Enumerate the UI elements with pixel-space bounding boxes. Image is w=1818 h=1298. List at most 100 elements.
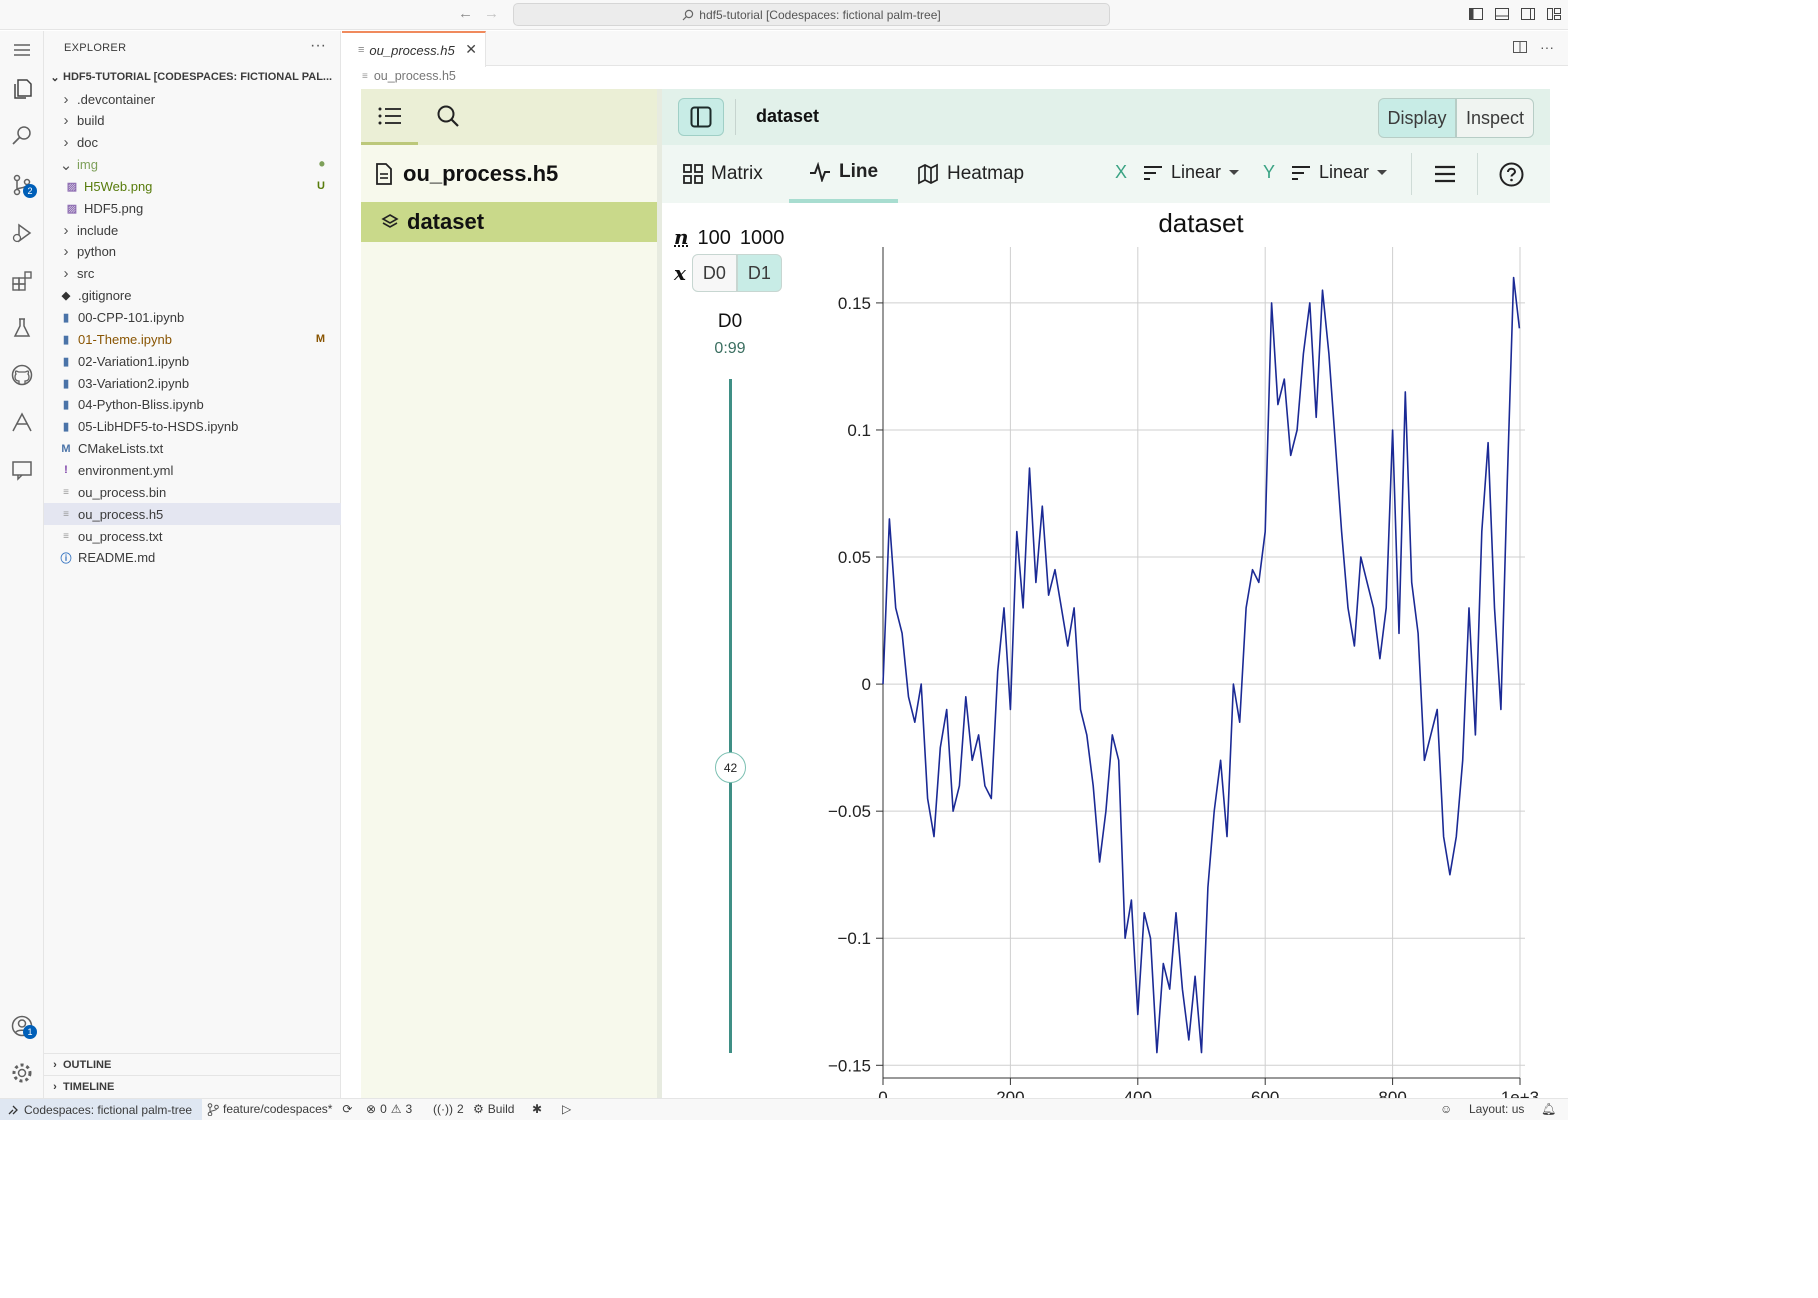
tree-item[interactable]: ⌄ img • [44, 154, 341, 176]
search-icon[interactable] [0, 114, 44, 158]
x-scale-value: Linear [1171, 162, 1222, 182]
tree-item-label: build [77, 113, 105, 129]
line-plot[interactable]: dataset 0 200 400 600 800 1e+3 0.15 0.1 0.05 0 −0.… [798, 203, 1550, 1098]
inspect-button[interactable]: Inspect [1456, 98, 1534, 138]
line-chart-icon [810, 162, 830, 182]
help-icon[interactable] [1499, 162, 1524, 187]
tree-item[interactable]: ▮ 04-Python-Bliss.ipynb [44, 394, 341, 416]
series-line [882, 276, 1521, 1054]
tree-item[interactable]: M CMakeLists.txt [44, 438, 341, 460]
y-tick-label: −0.05 [828, 802, 871, 821]
timeline-section[interactable]: › TIMELINE [44, 1075, 341, 1097]
customize-layout-icon[interactable] [1546, 6, 1562, 22]
remote-indicator[interactable]: Codespaces: fictional palm-tree [0, 1099, 203, 1120]
file-icon: ≡ [358, 44, 365, 56]
x-scale-select[interactable]: X Linear [1115, 162, 1240, 183]
tree-item[interactable]: ▮ 05-LibHDF5-to-HSDS.ipynb [44, 416, 341, 438]
run-debug-icon[interactable] [0, 211, 44, 255]
branch-status[interactable]: feature/codespaces* ⟳ [207, 1102, 352, 1116]
git-status-badge: M [315, 333, 325, 346]
tree-item[interactable]: ▮ 03-Variation2.ipynb [44, 372, 341, 394]
tree-item[interactable]: ≡ ou_process.bin [44, 481, 341, 503]
keyboard-layout-status[interactable]: Layout: us [1469, 1102, 1524, 1116]
bell-icon[interactable]: 🔔︎ [1541, 1102, 1556, 1116]
dimension-slider-track[interactable] [729, 379, 732, 1053]
outline-section[interactable]: › OUTLINE [44, 1053, 341, 1075]
testing-icon[interactable] [0, 306, 44, 350]
tab-ou-process-h5[interactable]: ≡ ou_process.h5 ✕ [342, 31, 486, 67]
explorer-sidebar: EXPLORER ··· ⌄ HDF5-TUTORIAL [CODESPACES… [44, 31, 341, 1098]
slider-dim-range: 0:99 [714, 340, 746, 357]
more-actions-icon[interactable]: ··· [1540, 39, 1554, 55]
tree-item[interactable]: ≡ ou_process.txt [44, 525, 341, 547]
chart-grid [882, 247, 1525, 1078]
y-scale-select[interactable]: Y Linear [1263, 162, 1388, 183]
tab-line[interactable]: Line [789, 145, 899, 203]
tree-item[interactable]: ▨ H5Web.png U [44, 175, 341, 197]
tree-item[interactable]: › include [44, 219, 341, 241]
forward-icon[interactable]: → [484, 5, 499, 22]
info-file-icon: ⓘ [60, 552, 72, 565]
more-actions-icon[interactable]: ··· [310, 37, 326, 55]
build-status[interactable]: ⚙ Build [473, 1102, 514, 1116]
explorer-icon[interactable] [0, 67, 44, 111]
display-button[interactable]: Display [1378, 98, 1456, 138]
tree-item[interactable]: ⓘ README.md [44, 547, 341, 569]
list-icon[interactable] [378, 106, 402, 126]
sync-icon[interactable]: ⟳ [342, 1102, 352, 1116]
source-control-icon[interactable]: 2 [0, 163, 44, 207]
run-icon[interactable]: ▷ [562, 1102, 571, 1116]
problems-status[interactable]: ⊗ 0 ⚠ 3 [366, 1102, 412, 1116]
toggle-explorer-button[interactable] [678, 98, 724, 136]
back-icon[interactable]: ← [458, 5, 473, 22]
settings-gear-icon[interactable] [0, 1051, 44, 1095]
tree-item[interactable]: › .devcontainer [44, 88, 341, 110]
tree-item[interactable]: ▨ HDF5.png [44, 197, 341, 219]
x-axis-d1-button[interactable]: D1 [736, 254, 782, 292]
ports-status[interactable]: ((·)) 2 [433, 1102, 464, 1116]
remote-explorer-icon[interactable] [0, 401, 44, 445]
remote-icon [8, 1105, 18, 1114]
n-dim-0: 100 [697, 227, 731, 249]
tree-item[interactable]: ◆ .gitignore [44, 285, 341, 307]
editor-tab-bar: ≡ ou_process.h5 ✕ ··· [342, 31, 1568, 67]
dimension-slider-thumb[interactable]: 42 [715, 752, 746, 784]
command-center[interactable]: hdf5-tutorial [Codespaces: fictional pal… [513, 3, 1110, 26]
tree-item[interactable]: › src [44, 263, 341, 285]
divider [735, 99, 736, 135]
tree-item[interactable]: ▮ 02-Variation1.ipynb [44, 350, 341, 372]
copilot-icon[interactable]: ☺ [1440, 1102, 1452, 1116]
visualization-toolbar: Matrix Line Heatmap X Linear Y Linear [662, 145, 1550, 203]
tab-matrix[interactable]: Matrix [683, 145, 763, 203]
menu-icon[interactable] [1434, 165, 1456, 183]
comments-icon[interactable] [0, 448, 44, 492]
breadcrumb-file[interactable]: ou_process.h5 [374, 69, 456, 83]
tree-item[interactable]: › doc [44, 132, 341, 154]
github-icon[interactable] [0, 353, 44, 397]
toggle-secondary-sidebar-icon[interactable] [1520, 6, 1536, 22]
tree-item[interactable]: ▮ 00-CPP-101.ipynb [44, 307, 341, 329]
debug-icon[interactable]: ✱ [532, 1102, 542, 1116]
h5-dataset-item[interactable]: dataset [361, 202, 657, 242]
explorer-title: EXPLORER [64, 42, 127, 54]
search-icon[interactable] [436, 104, 460, 128]
workspace-root[interactable]: ⌄ HDF5-TUTORIAL [CODESPACES: FICTIONAL P… [44, 66, 341, 88]
toggle-primary-sidebar-icon[interactable] [1468, 6, 1484, 22]
account-icon[interactable]: 1 [0, 1004, 44, 1048]
h5-file-root[interactable]: ou_process.h5 [375, 161, 558, 187]
menu-icon[interactable] [0, 28, 44, 72]
tree-item[interactable]: › build [44, 110, 341, 132]
line-chart[interactable]: dataset 0 200 400 600 800 1e+3 0.15 0.1 0.05 0 −0.… [798, 203, 1550, 1098]
tree-item[interactable]: › python [44, 241, 341, 263]
toggle-panel-icon[interactable] [1494, 6, 1510, 22]
x-axis-d0-button[interactable]: D0 [691, 254, 737, 292]
extensions-icon[interactable] [0, 259, 44, 303]
tree-item[interactable]: ▮ 01-Theme.ipynb M [44, 328, 341, 350]
close-icon[interactable]: ✕ [465, 41, 477, 58]
tree-item-label: CMakeLists.txt [78, 441, 164, 457]
split-editor-icon[interactable] [1512, 39, 1528, 55]
tree-item[interactable]: ! environment.yml [44, 459, 341, 481]
tab-label: ou_process.h5 [369, 42, 455, 58]
tree-item[interactable]: ≡ ou_process.h5 [44, 503, 341, 526]
tab-heatmap[interactable]: Heatmap [917, 145, 1024, 203]
